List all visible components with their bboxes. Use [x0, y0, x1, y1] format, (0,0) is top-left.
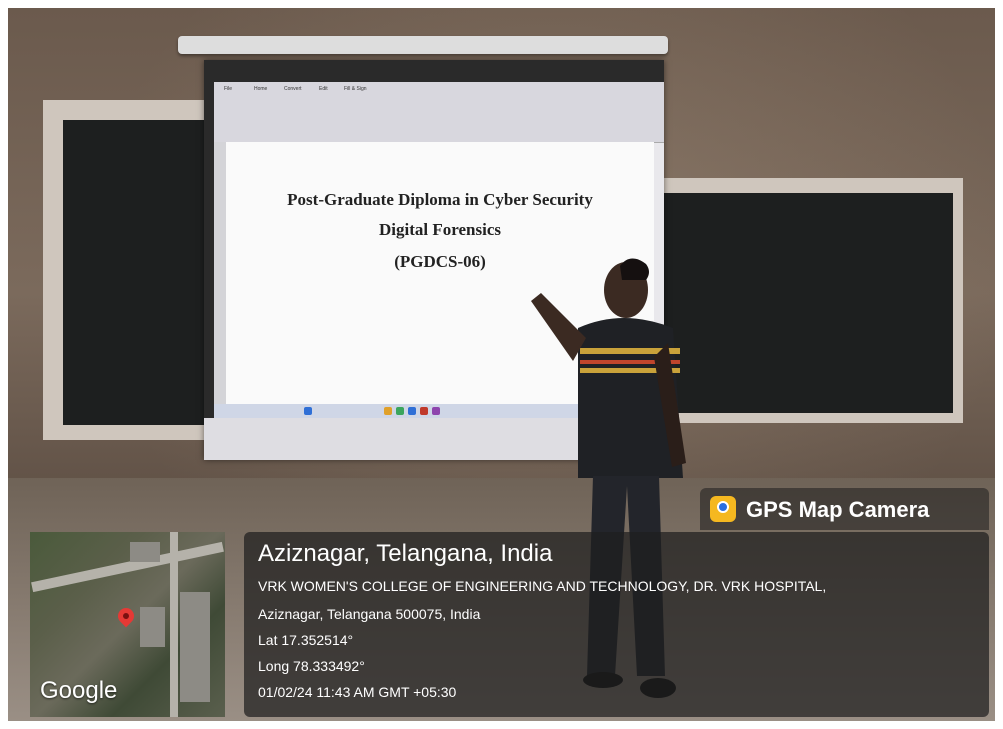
- app-icon: [420, 407, 428, 415]
- location-info-panel: Aziznagar, Telangana, India VRK WOMEN'S …: [244, 532, 989, 717]
- app-icon: [384, 407, 392, 415]
- left-chalkboard: [63, 120, 213, 425]
- screen-roller: [178, 36, 668, 54]
- gps-camera-badge: GPS Map Camera: [700, 488, 989, 530]
- map-thumbnail: Google: [30, 532, 225, 717]
- longitude: Long 78.333492°: [258, 658, 365, 674]
- map-pin-camera-icon: [710, 496, 736, 522]
- app-icon: [396, 407, 404, 415]
- app-icon: [432, 407, 440, 415]
- side-panel: [214, 142, 226, 404]
- slide-title: Post-Graduate Diploma in Cyber Security: [287, 190, 593, 209]
- map-brand: Google: [40, 677, 118, 704]
- slide-subtitle: Digital Forensics: [379, 220, 501, 239]
- gps-camera-label: GPS Map Camera: [746, 497, 930, 522]
- app-ribbon: File Home Convert Edit Fill & Sign: [214, 82, 664, 143]
- address-line-1: VRK WOMEN'S COLLEGE OF ENGINEERING AND T…: [258, 578, 827, 594]
- location-title: Aziznagar, Telangana, India: [258, 540, 553, 567]
- start-icon: [304, 407, 312, 415]
- app-icon: [408, 407, 416, 415]
- timestamp: 01/02/24 11:43 AM GMT +05:30: [258, 684, 457, 700]
- latitude: Lat 17.352514°: [258, 632, 354, 648]
- location-pin-icon: [114, 604, 138, 628]
- address-line-2: Aziznagar, Telangana 500075, India: [258, 606, 481, 622]
